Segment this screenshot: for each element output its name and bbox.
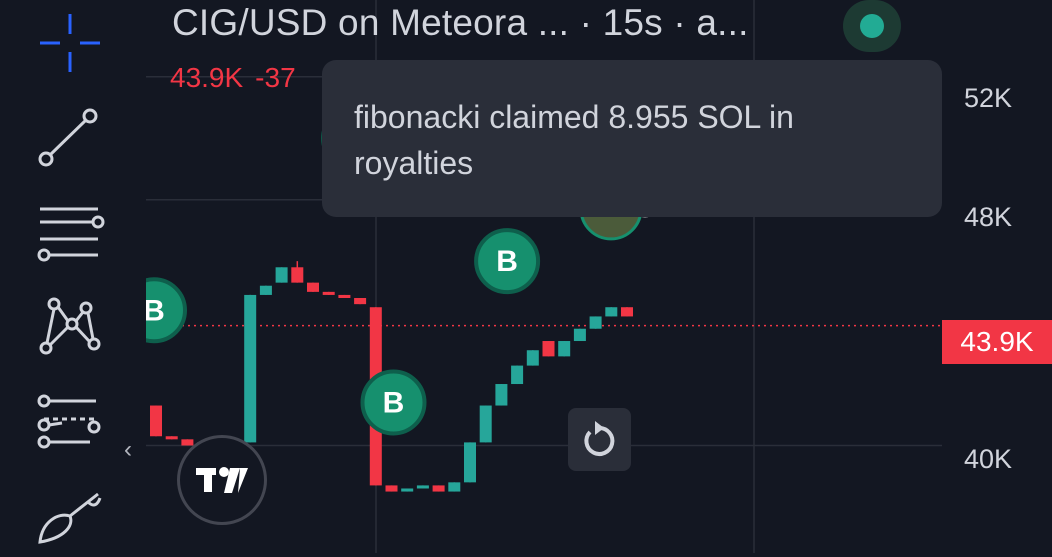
candle-up [448,482,461,492]
candle-down [165,436,178,440]
y-tick-label: 48K [964,202,1013,232]
chart-header: CIG/USD on Meteora ... · 15s · a... [172,2,749,52]
y-tick-label: 52K [964,83,1013,113]
refresh-icon [584,421,615,456]
drawing-toolbar: ‹ [0,0,140,553]
candle-up [416,485,429,489]
y-tick-label: 40K [964,444,1013,474]
crosshair-icon[interactable] [28,8,112,78]
candle-down [338,294,351,299]
candle-down [150,405,162,437]
candle-up [275,267,288,283]
candle-up [511,365,524,385]
tradingview-logo-icon[interactable] [177,435,267,525]
chart-title[interactable]: CIG/USD on Meteora ... · 15s · a... [172,2,749,44]
reset-chart-button[interactable] [568,408,631,471]
buy-marker-label: B [496,245,518,278]
candle-down [322,291,335,295]
candle-up [589,316,602,329]
candle-down [621,307,633,317]
fib-retracement-icon[interactable] [28,387,112,457]
collapse-toolbar-icon[interactable]: ‹ [124,436,132,464]
candle-up [464,442,476,483]
notification-toast[interactable]: fibonacki claimed 8.955 SOL in royalties [322,60,942,217]
last-price-tag: 43.9K [942,320,1052,364]
pattern-icon[interactable] [28,292,112,362]
ohlc-readout: 43.9K -37 [170,62,308,94]
candle-up [495,384,508,406]
buy-marker-label: B [383,386,405,419]
candle-down [307,282,319,292]
brush-icon[interactable] [28,482,112,552]
candle-up [479,405,492,443]
toast-message: fibonacki claimed 8.955 SOL in royalties [354,99,794,181]
candle-up [244,294,257,443]
candle-down [542,341,555,357]
candle-up [401,488,414,492]
buy-marker-label: B [146,294,165,327]
price-axis[interactable]: 52K 48K 43.9K 40K [942,0,1052,553]
candle-down [385,485,398,492]
candle-up [573,328,586,342]
candle-up [259,285,272,295]
current-price: 43.9K [170,62,244,93]
candle-up [526,350,539,366]
candle-up [605,307,618,317]
candle-down [354,298,367,305]
horizontal-lines-icon[interactable] [28,197,112,267]
live-status-icon[interactable] [843,0,901,52]
trend-line-icon[interactable] [28,103,112,173]
price-change: -37 [255,62,296,93]
candle-up [558,341,571,357]
candle-down [432,485,445,492]
candle-down [291,267,304,283]
